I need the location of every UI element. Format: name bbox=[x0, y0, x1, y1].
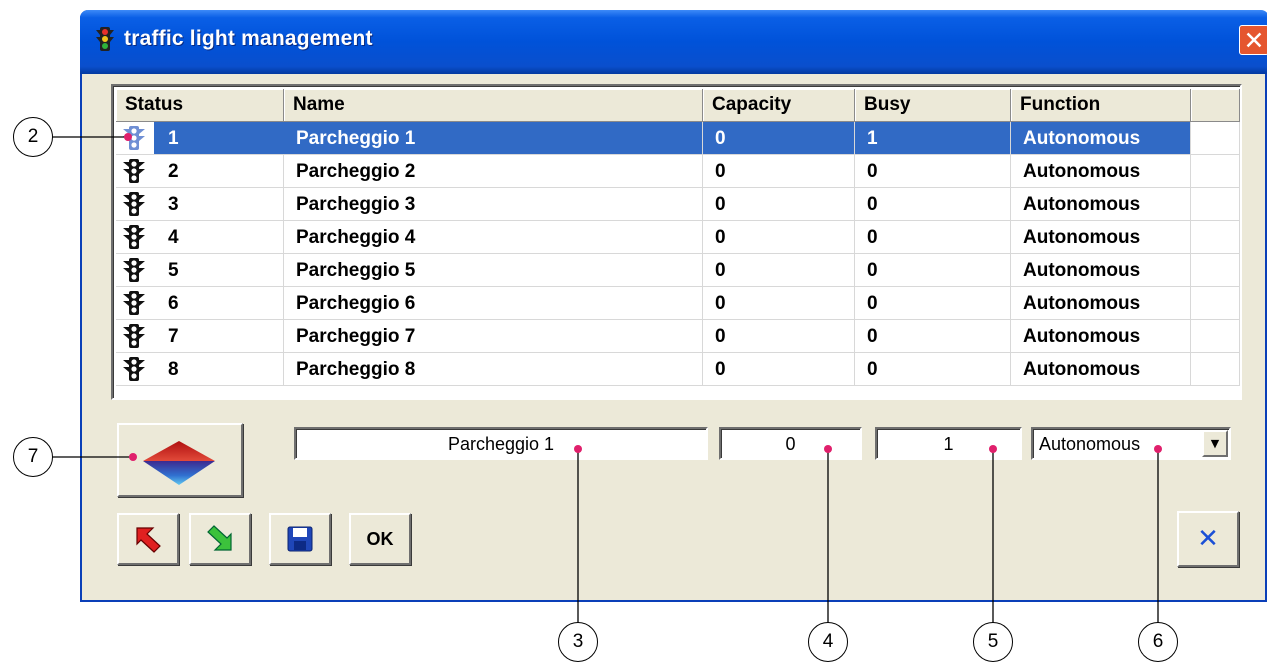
callout-4: 4 bbox=[808, 622, 848, 662]
callout-5: 5 bbox=[973, 622, 1013, 662]
callout-leaders bbox=[52, 133, 1162, 640]
callout-3: 3 bbox=[558, 622, 598, 662]
callout-7: 7 bbox=[13, 437, 53, 477]
callout-2: 2 bbox=[13, 117, 53, 157]
callout-6: 6 bbox=[1138, 622, 1178, 662]
